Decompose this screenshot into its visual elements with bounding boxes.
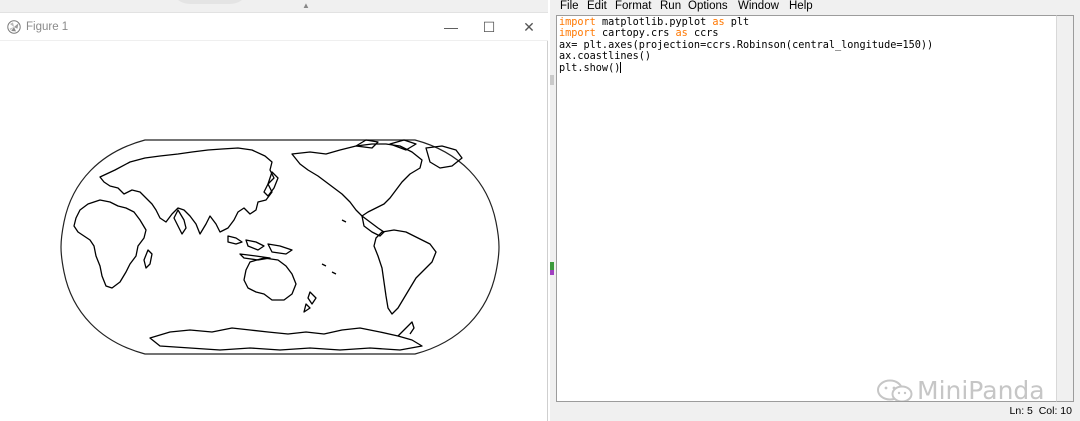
keyword-as: as — [712, 17, 725, 28]
gutter-marker — [550, 262, 554, 270]
maximize-button[interactable]: ☐ — [474, 17, 504, 37]
matplotlib-icon — [7, 20, 21, 34]
chevron-up-icon[interactable]: ▲ — [302, 1, 310, 11]
code-line-4: ax.coastlines() — [559, 50, 652, 62]
coastline-india — [173, 209, 187, 235]
watermark: MiniPanda — [875, 374, 1055, 402]
coastline-greenland — [425, 145, 463, 169]
desktop: ▲ Figure 1 — ☐ ✕ File Edit Format Run Op… — [0, 0, 1080, 421]
keyword-as: as — [675, 28, 688, 40]
coastline-africa — [73, 199, 147, 289]
code-line-3: ax= plt.axes(projection=ccrs.Robinson(ce… — [559, 39, 934, 51]
coastline-australia — [243, 257, 297, 301]
world-map-plot — [60, 139, 500, 355]
menu-file[interactable]: File — [560, 0, 579, 14]
keyword-import: import — [559, 28, 596, 40]
code-token: matplotlib.pyplot — [595, 17, 713, 28]
code-text: import matplotlib.pyplot as plt import ca… — [559, 17, 933, 74]
coastline-north-america — [291, 143, 423, 217]
menu-edit[interactable]: Edit — [587, 0, 607, 14]
code-line-1: import matplotlib.pyplot as plt — [559, 17, 933, 28]
coastline-pacific-islands — [321, 219, 347, 275]
menu-format[interactable]: Format — [615, 0, 651, 14]
code-line-5: plt.show() — [559, 62, 933, 74]
idle-editor-window: File Edit Format Run Options Window Help… — [550, 0, 1080, 421]
code-token: cartopy.crs — [595, 28, 676, 40]
vertical-scrollbar[interactable] — [1056, 15, 1074, 402]
close-button[interactable]: ✕ — [514, 17, 544, 37]
wechat-icon — [877, 379, 913, 401]
menu-help[interactable]: Help — [789, 0, 813, 14]
figure-window: ▲ Figure 1 — ☐ ✕ — [0, 0, 548, 421]
watermark-text: MiniPanda — [917, 376, 1045, 402]
coastline-sea-islands — [227, 235, 293, 261]
coastline-south-america — [373, 229, 437, 315]
coastlines — [73, 139, 463, 351]
cursor-position: Ln: 5 Col: 10 — [1009, 405, 1072, 417]
code-editor[interactable]: import matplotlib.pyplot as plt import ca… — [556, 15, 1056, 402]
coastline-madagascar — [143, 249, 153, 269]
code-line-2: import cartopy.crs as ccrs — [559, 28, 933, 39]
figure-title: Figure 1 — [26, 21, 69, 33]
gutter-marker — [550, 270, 554, 275]
map-boundary — [60, 139, 500, 355]
menu-window[interactable]: Window — [738, 0, 779, 14]
gutter-marker — [550, 75, 554, 85]
keyword-import: import — [559, 17, 596, 28]
coastline-eurasia — [99, 147, 275, 235]
coastline-antarctica — [149, 327, 423, 351]
status-bar: Ln: 5 Col: 10 — [556, 402, 1080, 421]
minimize-button[interactable]: — — [436, 17, 466, 37]
menu-bar: File Edit Format Run Options Window Help — [556, 0, 1080, 14]
menu-options[interactable]: Options — [688, 0, 728, 14]
code-token: ccrs — [687, 28, 719, 40]
coastline-new-zealand — [303, 291, 317, 313]
taskbar-strip: ▲ — [0, 0, 548, 13]
code-token: plt.show() — [559, 63, 621, 75]
figure-titlebar[interactable]: Figure 1 — ☐ ✕ — [0, 13, 548, 41]
text-cursor — [620, 62, 622, 74]
coastline-japan — [263, 171, 279, 197]
code-token: plt — [724, 17, 750, 28]
strip-arc — [170, 0, 250, 4]
menu-run[interactable]: Run — [660, 0, 681, 14]
coastline-antarctic-peninsula — [397, 321, 415, 337]
